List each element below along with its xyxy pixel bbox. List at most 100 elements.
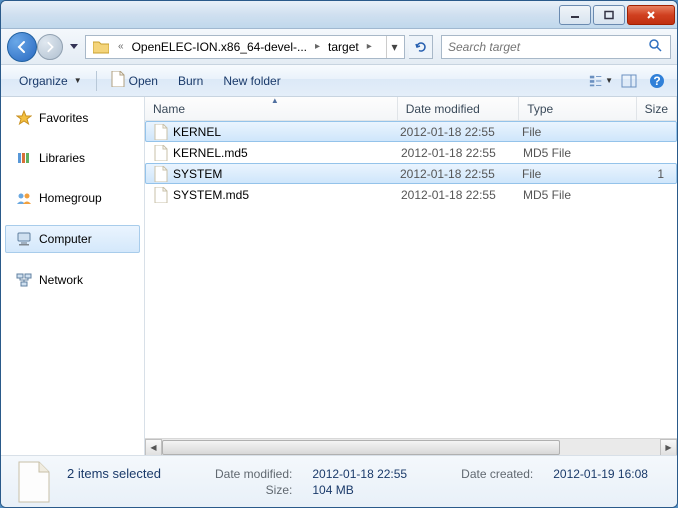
search-box[interactable] bbox=[441, 35, 671, 59]
breadcrumb-prefix[interactable]: « bbox=[114, 41, 128, 52]
address-dropdown[interactable]: ▾ bbox=[386, 36, 402, 58]
body: Favorites Libraries Homegroup Computer N… bbox=[1, 97, 677, 455]
column-header-name[interactable]: Name ▲ bbox=[145, 97, 398, 120]
sidebar-item-label: Libraries bbox=[39, 151, 85, 165]
details-modified-value: 2012-01-18 22:55 bbox=[312, 467, 424, 481]
toolbar-separator bbox=[96, 71, 97, 91]
preview-pane-button[interactable] bbox=[617, 69, 641, 93]
maximize-button[interactable] bbox=[593, 5, 625, 25]
details-created-value: 2012-01-19 16:08 bbox=[553, 467, 665, 481]
file-date: 2012-01-18 22:55 bbox=[400, 167, 522, 181]
organize-label: Organize bbox=[19, 74, 68, 88]
column-header-size[interactable]: Size bbox=[637, 97, 677, 120]
navigation-bar: « OpenELEC-ION.x86_64-devel-... ▸ target… bbox=[1, 29, 677, 65]
open-button[interactable]: Open bbox=[101, 67, 168, 94]
file-date: 2012-01-18 22:55 bbox=[400, 125, 522, 139]
file-icon bbox=[153, 187, 169, 203]
details-modified-label: Date modified: bbox=[198, 467, 292, 481]
scroll-left-button[interactable]: ◀ bbox=[145, 439, 162, 456]
details-created-label: Date created: bbox=[444, 467, 533, 481]
details-text: 2 items selected Date modified: 2012-01-… bbox=[67, 466, 665, 497]
chevron-right-icon[interactable]: ▸ bbox=[311, 41, 324, 52]
horizontal-scrollbar[interactable]: ◀ ▶ bbox=[145, 438, 677, 455]
file-name: KERNEL bbox=[173, 125, 400, 139]
file-date: 2012-01-18 22:55 bbox=[401, 146, 523, 160]
computer-icon bbox=[15, 230, 33, 248]
minimize-button[interactable] bbox=[559, 5, 591, 25]
new-folder-button[interactable]: New folder bbox=[213, 70, 290, 92]
table-row[interactable]: KERNEL.md52012-01-18 22:55MD5 File bbox=[145, 142, 677, 163]
breadcrumb-segment-1[interactable]: OpenELEC-ION.x86_64-devel-... bbox=[128, 38, 311, 56]
homegroup-icon bbox=[15, 189, 33, 207]
toolbar: Organize ▼ Open Burn New folder ▼ ? bbox=[1, 65, 677, 97]
sidebar-item-label: Favorites bbox=[39, 111, 88, 125]
scroll-track[interactable] bbox=[162, 439, 660, 456]
sidebar-item-network[interactable]: Network bbox=[1, 267, 144, 293]
file-icon bbox=[111, 71, 125, 90]
file-size: 1 bbox=[640, 167, 676, 181]
scroll-right-button[interactable]: ▶ bbox=[660, 439, 677, 456]
table-row[interactable]: KERNEL2012-01-18 22:55File bbox=[145, 121, 677, 142]
sidebar-item-label: Network bbox=[39, 273, 83, 287]
refresh-button[interactable] bbox=[409, 35, 433, 59]
column-header-type[interactable]: Type bbox=[519, 97, 636, 120]
sidebar-item-label: Computer bbox=[39, 232, 92, 246]
open-label: Open bbox=[129, 74, 158, 88]
sidebar-item-libraries[interactable]: Libraries bbox=[1, 145, 144, 171]
file-icon bbox=[153, 166, 169, 182]
search-input[interactable] bbox=[448, 40, 648, 54]
sort-ascending-icon: ▲ bbox=[271, 97, 279, 105]
sidebar-item-label: Homegroup bbox=[39, 191, 102, 205]
star-icon bbox=[15, 109, 33, 127]
folder-icon bbox=[92, 38, 110, 56]
chevron-down-icon: ▼ bbox=[605, 76, 613, 85]
navigation-sidebar: Favorites Libraries Homegroup Computer N… bbox=[1, 97, 145, 455]
titlebar bbox=[1, 1, 677, 29]
sidebar-item-favorites[interactable]: Favorites bbox=[1, 105, 144, 131]
file-icon bbox=[153, 124, 169, 140]
file-list[interactable]: KERNEL2012-01-18 22:55FileKERNEL.md52012… bbox=[145, 121, 677, 438]
details-title: 2 items selected bbox=[67, 466, 178, 481]
column-header-date[interactable]: Date modified bbox=[398, 97, 519, 120]
scroll-thumb[interactable] bbox=[162, 440, 560, 455]
file-type: File bbox=[522, 125, 640, 139]
sidebar-item-homegroup[interactable]: Homegroup bbox=[1, 185, 144, 211]
svg-text:?: ? bbox=[653, 74, 660, 88]
details-size-label: Size: bbox=[198, 483, 292, 497]
breadcrumb-segment-2[interactable]: target bbox=[324, 38, 363, 56]
file-name: KERNEL.md5 bbox=[173, 146, 401, 160]
chevron-down-icon: ▼ bbox=[74, 76, 82, 85]
file-icon bbox=[153, 145, 169, 161]
file-type: MD5 File bbox=[523, 146, 641, 160]
network-icon bbox=[15, 271, 33, 289]
newfolder-label: New folder bbox=[223, 74, 280, 88]
sidebar-item-computer[interactable]: Computer bbox=[5, 225, 140, 253]
view-options-button[interactable]: ▼ bbox=[589, 69, 613, 93]
file-type: MD5 File bbox=[523, 188, 641, 202]
file-name: SYSTEM bbox=[173, 167, 400, 181]
column-label: Name bbox=[153, 102, 185, 116]
file-icon bbox=[13, 461, 55, 503]
table-row[interactable]: SYSTEM2012-01-18 22:55File1 bbox=[145, 163, 677, 184]
burn-label: Burn bbox=[178, 74, 203, 88]
details-size-value: 104 MB bbox=[312, 483, 424, 497]
column-headers: Name ▲ Date modified Type Size bbox=[145, 97, 677, 121]
organize-button[interactable]: Organize ▼ bbox=[9, 70, 92, 92]
back-button[interactable] bbox=[7, 32, 37, 62]
file-type: File bbox=[522, 167, 640, 181]
burn-button[interactable]: Burn bbox=[168, 70, 213, 92]
search-icon[interactable] bbox=[648, 38, 664, 55]
history-dropdown[interactable] bbox=[67, 35, 81, 59]
close-button[interactable] bbox=[627, 5, 675, 25]
file-date: 2012-01-18 22:55 bbox=[401, 188, 523, 202]
address-bar[interactable]: « OpenELEC-ION.x86_64-devel-... ▸ target… bbox=[85, 35, 405, 59]
forward-button bbox=[37, 34, 63, 60]
table-row[interactable]: SYSTEM.md52012-01-18 22:55MD5 File bbox=[145, 184, 677, 205]
libraries-icon bbox=[15, 149, 33, 167]
help-button[interactable]: ? bbox=[645, 69, 669, 93]
file-name: SYSTEM.md5 bbox=[173, 188, 401, 202]
explorer-window: « OpenELEC-ION.x86_64-devel-... ▸ target… bbox=[0, 0, 678, 508]
details-pane: 2 items selected Date modified: 2012-01-… bbox=[1, 455, 677, 507]
file-list-pane: Name ▲ Date modified Type Size KERNEL201… bbox=[145, 97, 677, 455]
chevron-right-icon[interactable]: ▸ bbox=[363, 41, 376, 52]
